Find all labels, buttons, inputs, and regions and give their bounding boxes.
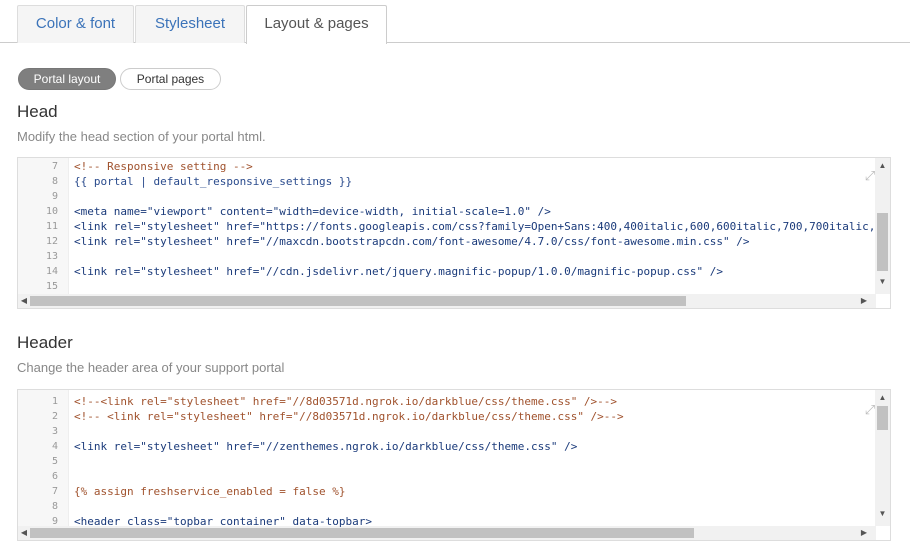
tab-layout-pages[interactable]: Layout & pages	[246, 5, 387, 44]
scroll-right-arrow-icon[interactable]: ▶	[858, 294, 870, 308]
scroll-left-arrow-icon[interactable]: ◀	[18, 526, 30, 540]
code-line[interactable]: <header class="topbar container" data-to…	[74, 515, 372, 528]
line-number: 9	[51, 516, 58, 527]
line-number: 3	[51, 426, 58, 437]
vertical-scrollbar[interactable]: ▲ ▼	[875, 390, 890, 526]
vertical-scrollbar[interactable]: ▲ ▼	[875, 158, 890, 294]
head-section-title: Head	[17, 102, 58, 121]
header-section-title: Header	[17, 333, 73, 352]
line-number: 5	[51, 456, 58, 467]
line-number: 7	[51, 486, 58, 497]
code-line[interactable]: <meta name="viewport" content="width=dev…	[74, 205, 551, 218]
code-line[interactable]: <link rel="stylesheet" href="//maxcdn.bo…	[74, 235, 750, 248]
line-number: 7	[51, 161, 58, 172]
line-number: 14	[45, 266, 58, 277]
header-section-description: Change the header area of your support p…	[17, 360, 285, 375]
line-number: 1	[51, 396, 58, 407]
scrollbar-thumb[interactable]	[877, 213, 888, 271]
head-section-description: Modify the head section of your portal h…	[17, 129, 266, 144]
line-number: 8	[51, 176, 58, 187]
horizontal-scrollbar[interactable]: ◀ ▶	[18, 526, 876, 540]
scrollbar-thumb[interactable]	[877, 406, 888, 430]
line-number: 13	[45, 251, 58, 262]
scroll-down-arrow-icon[interactable]: ▼	[875, 276, 890, 288]
line-number: 9	[51, 191, 58, 202]
code-line[interactable]: <!-- <link rel="stylesheet" href="//8d03…	[74, 410, 624, 423]
scroll-up-arrow-icon[interactable]: ▲	[875, 392, 890, 404]
line-number: 2	[51, 411, 58, 422]
portal-pages-pill[interactable]: Portal pages	[120, 68, 221, 90]
line-number: 15	[45, 281, 58, 292]
code-line[interactable]: <link rel="stylesheet" href="//cdn.jsdel…	[74, 265, 723, 278]
line-number: 8	[51, 501, 58, 512]
portal-layout-pill[interactable]: Portal layout	[18, 68, 116, 90]
tab-color-font[interactable]: Color & font	[17, 5, 134, 43]
scrollbar-thumb[interactable]	[30, 296, 686, 306]
line-number: 12	[45, 236, 58, 247]
code-line[interactable]: {% assign freshservice_enabled = false %…	[74, 485, 346, 498]
code-line[interactable]: <!-- Responsive setting -->	[74, 160, 253, 173]
horizontal-scrollbar[interactable]: ◀ ▶	[18, 294, 876, 308]
line-number: 6	[51, 471, 58, 482]
tab-bar: Color & font Stylesheet Layout & pages	[0, 0, 910, 44]
scroll-down-arrow-icon[interactable]: ▼	[875, 508, 890, 520]
line-number: 11	[45, 221, 58, 232]
header-code-editor[interactable]: ⤢ ▲ ▼ ◀ ▶ 1 <!--<link rel="stylesheet" hr…	[17, 389, 891, 541]
code-line[interactable]: <link rel="stylesheet" href="//zenthemes…	[74, 440, 577, 453]
line-number: 10	[45, 206, 58, 217]
scroll-up-arrow-icon[interactable]: ▲	[875, 160, 890, 172]
tab-stylesheet[interactable]: Stylesheet	[135, 5, 245, 43]
scroll-right-arrow-icon[interactable]: ▶	[858, 526, 870, 540]
code-line[interactable]: {{ portal | default_responsive_settings …	[74, 175, 352, 188]
head-code-editor[interactable]: ⤢ ▲ ▼ ◀ ▶ 7 <!-- Responsive setting --> 8{…	[17, 157, 891, 309]
scroll-left-arrow-icon[interactable]: ◀	[18, 294, 30, 308]
scrollbar-thumb[interactable]	[30, 528, 694, 538]
code-line[interactable]: <link rel="stylesheet" href="https://fon…	[74, 220, 874, 233]
line-number: 4	[51, 441, 58, 452]
code-line[interactable]: <!--<link rel="stylesheet" href="//8d035…	[74, 395, 617, 408]
